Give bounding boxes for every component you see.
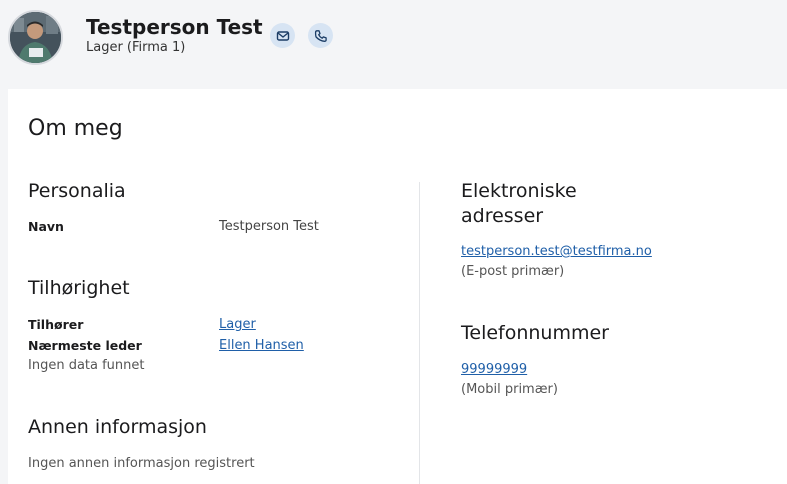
email-link[interactable]: testperson.test@testfirma.no (461, 244, 652, 259)
avatar (8, 10, 63, 65)
phone-type: (Mobil primær) (461, 382, 558, 397)
name-label: Navn (28, 219, 64, 234)
electronic-heading-line1: Elektroniske (461, 180, 577, 202)
page-title: Om meg (28, 116, 123, 141)
profile-subtitle: Lager (Firma 1) (86, 40, 186, 55)
manager-link[interactable]: Ellen Hansen (219, 338, 304, 353)
electronic-heading-line2: adresser (461, 205, 544, 227)
other-info-heading: Annen informasjon (28, 416, 207, 438)
name-value: Testperson Test (219, 219, 319, 234)
column-divider (419, 182, 420, 484)
belongs-link[interactable]: Lager (219, 317, 256, 332)
manager-label: Nærmeste leder (28, 338, 142, 353)
personalia-heading: Personalia (28, 180, 126, 202)
profile-name: Testperson Test (86, 15, 263, 39)
email-button[interactable] (270, 23, 295, 48)
phone-button[interactable] (308, 23, 333, 48)
profile-header: Testperson Test Lager (Firma 1) (0, 0, 787, 88)
phone-number-link[interactable]: 99999999 (461, 362, 527, 377)
email-type: (E-post primær) (461, 264, 565, 279)
mail-icon (276, 30, 289, 41)
no-data-text: Ingen data funnet (28, 358, 145, 373)
phone-icon (314, 29, 327, 42)
belongs-label: Tilhører (28, 317, 84, 332)
other-info-text: Ingen annen informasjon registrert (28, 456, 255, 471)
affiliation-heading: Tilhørighet (28, 277, 130, 299)
phone-heading: Telefonnummer (461, 322, 609, 344)
